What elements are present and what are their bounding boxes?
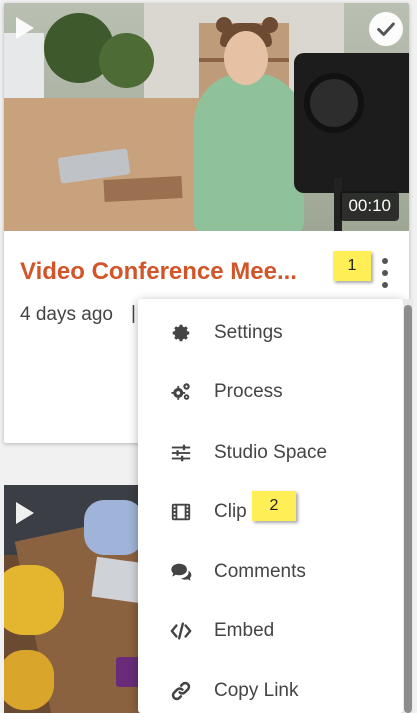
video-card-second[interactable]: [4, 485, 154, 713]
thumbnail-person: [194, 73, 304, 231]
thumbnail-head: [224, 31, 268, 85]
annotation-marker-2: 2: [252, 491, 296, 521]
menu-item-label: Settings: [214, 322, 283, 343]
kebab-dot: [382, 282, 388, 288]
video-thumbnail-second[interactable]: [4, 485, 154, 713]
menu-item-label: Copy Link: [214, 680, 299, 701]
meta-separator: |: [131, 303, 136, 324]
play-icon[interactable]: [16, 502, 34, 524]
thumbnail-camera-lens: [304, 73, 364, 133]
thumbnail-hair-bun: [262, 17, 278, 33]
menu-item-label: Comments: [214, 561, 306, 582]
thumbnail-plant: [99, 33, 154, 88]
menu-item-comments[interactable]: Comments: [138, 544, 403, 600]
menu-item-process[interactable]: Process: [138, 364, 403, 420]
menu-scrollbar-thumb[interactable]: [404, 305, 412, 713]
thumbnail-person: [4, 650, 54, 710]
menu-item-copy-link[interactable]: Copy Link: [138, 663, 403, 713]
upload-date: 4 days ago: [20, 304, 113, 325]
code-icon: [169, 619, 193, 643]
video-duration: 00:10: [340, 191, 399, 221]
checkmark-glyph: [377, 22, 395, 36]
menu-item-embed[interactable]: Embed: [138, 603, 403, 659]
more-options-icon[interactable]: [378, 256, 392, 290]
kebab-dot: [382, 270, 388, 276]
menu-item-label: Embed: [214, 620, 275, 641]
video-thumbnail[interactable]: 00:10: [4, 3, 409, 231]
checkmark-icon[interactable]: [369, 12, 403, 46]
menu-item-settings[interactable]: Settings: [138, 305, 403, 361]
play-icon[interactable]: [16, 17, 34, 39]
menu-item-label: Studio Space: [214, 442, 328, 463]
link-icon: [169, 679, 193, 703]
gear-icon: [169, 321, 193, 345]
menu-item-label: Process: [214, 381, 283, 402]
thumbnail-hair-bun: [216, 17, 232, 33]
menu-item-studio-space[interactable]: Studio Space: [138, 425, 403, 481]
annotation-marker-1: 1: [333, 251, 371, 281]
thumbnail-book: [103, 175, 183, 203]
thumbnail-person: [4, 565, 64, 635]
film-icon: [169, 500, 193, 524]
video-title[interactable]: Video Conference Mee...: [20, 258, 338, 286]
thumbnail-person: [84, 500, 144, 555]
gears-icon: [169, 380, 193, 404]
menu-item-label: Clip: [214, 501, 247, 522]
sliders-icon: [169, 441, 193, 465]
comments-icon: [169, 560, 193, 584]
kebab-dot: [382, 258, 388, 264]
